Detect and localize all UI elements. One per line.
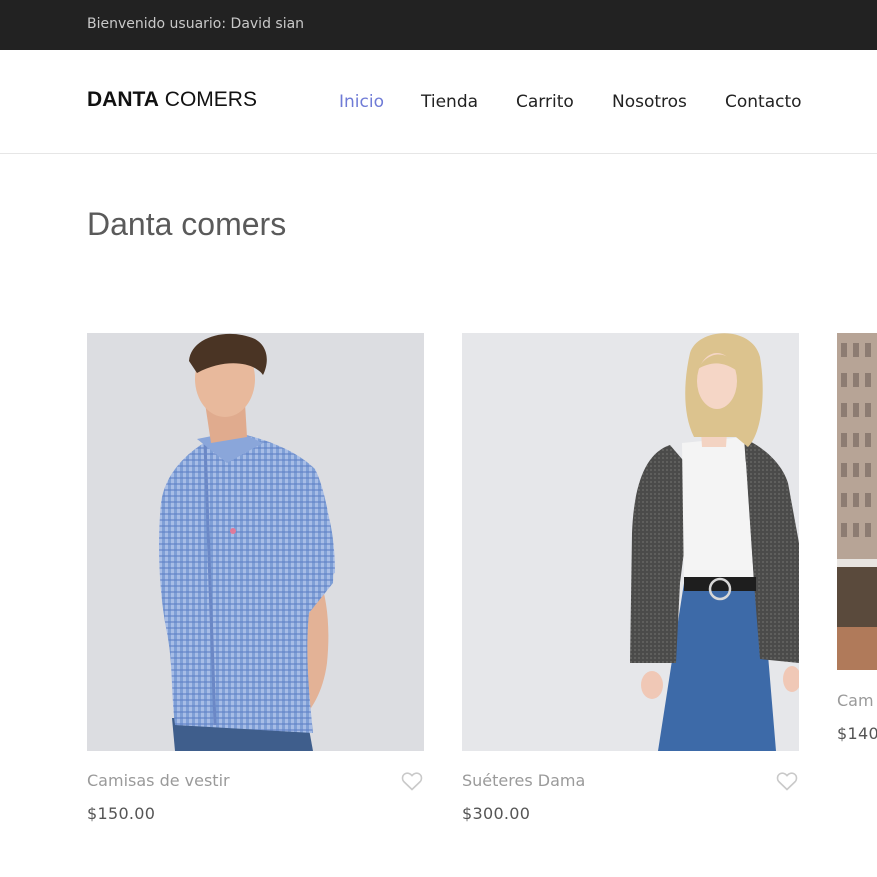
nav-item-inicio[interactable]: Inicio xyxy=(339,92,384,112)
product-name[interactable]: Suéteres Dama xyxy=(462,771,585,790)
welcome-message: Bienvenido usuario: David sian xyxy=(87,16,305,32)
product-name[interactable]: Camisas de vestir xyxy=(87,771,230,790)
site-header: DANTA COMERS Inicio Tienda Carrito Nosot… xyxy=(0,50,877,154)
product-price: $140 xyxy=(837,724,877,743)
product-image[interactable] xyxy=(837,333,877,670)
product-image[interactable] xyxy=(87,333,424,751)
nav-item-carrito[interactable]: Carrito xyxy=(516,92,574,112)
heart-icon[interactable] xyxy=(775,769,799,793)
heart-icon[interactable] xyxy=(400,769,424,793)
page-title: Danta comers xyxy=(87,206,287,242)
top-bar: Bienvenido usuario: David sian xyxy=(0,0,877,50)
nav-item-contacto[interactable]: Contacto xyxy=(725,92,802,112)
main-nav: Inicio Tienda Carrito Nosotros Contacto xyxy=(0,92,877,116)
product-card: Suéteres Dama $300.00 xyxy=(462,333,799,833)
product-price: $150.00 xyxy=(87,804,156,823)
product-image[interactable] xyxy=(462,333,799,751)
product-price: $300.00 xyxy=(462,804,531,823)
product-name[interactable]: Cam xyxy=(837,691,874,710)
product-card: Cam $140 xyxy=(837,333,877,833)
nav-item-nosotros[interactable]: Nosotros xyxy=(612,92,687,112)
product-card: Camisas de vestir $150.00 xyxy=(87,333,424,833)
nav-item-tienda[interactable]: Tienda xyxy=(421,92,478,112)
